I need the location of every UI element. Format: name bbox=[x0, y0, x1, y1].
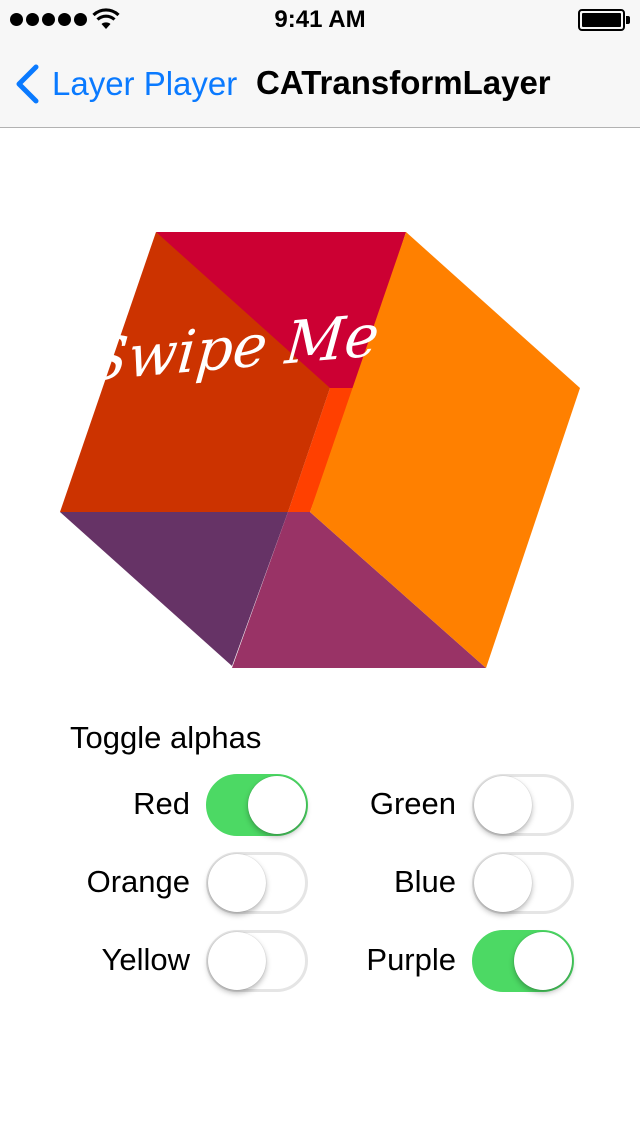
toggle-alphas-heading: Toggle alphas bbox=[70, 720, 262, 755]
switch-knob bbox=[474, 854, 532, 912]
toggle-label-yellow: Yellow bbox=[101, 942, 190, 977]
navigation-bar: Layer Player CATransformLayer bbox=[0, 40, 640, 128]
switch-knob bbox=[474, 776, 532, 834]
switch-knob bbox=[514, 932, 572, 990]
blue-switch[interactable] bbox=[472, 852, 574, 914]
toggle-label-orange: Orange bbox=[86, 864, 190, 899]
toggle-label-blue: Blue bbox=[393, 864, 456, 899]
back-button[interactable]: Layer Player bbox=[14, 60, 237, 108]
toggle-label-green: Green bbox=[369, 786, 456, 821]
chevron-left-icon bbox=[16, 64, 39, 104]
status-bar: 9:41 AM bbox=[0, 0, 640, 40]
page-title: CATransformLayer bbox=[256, 64, 551, 101]
battery-icon bbox=[578, 9, 630, 31]
toggle-label-red: Red bbox=[133, 786, 190, 821]
toggle-label-purple: Purple bbox=[366, 942, 456, 977]
transform-layer-view[interactable]: Swipe Me bbox=[0, 129, 640, 689]
purple-switch[interactable] bbox=[472, 930, 574, 992]
back-button-label: Layer Player bbox=[52, 65, 238, 102]
status-time: 9:41 AM bbox=[274, 6, 366, 33]
green-switch[interactable] bbox=[472, 774, 574, 836]
